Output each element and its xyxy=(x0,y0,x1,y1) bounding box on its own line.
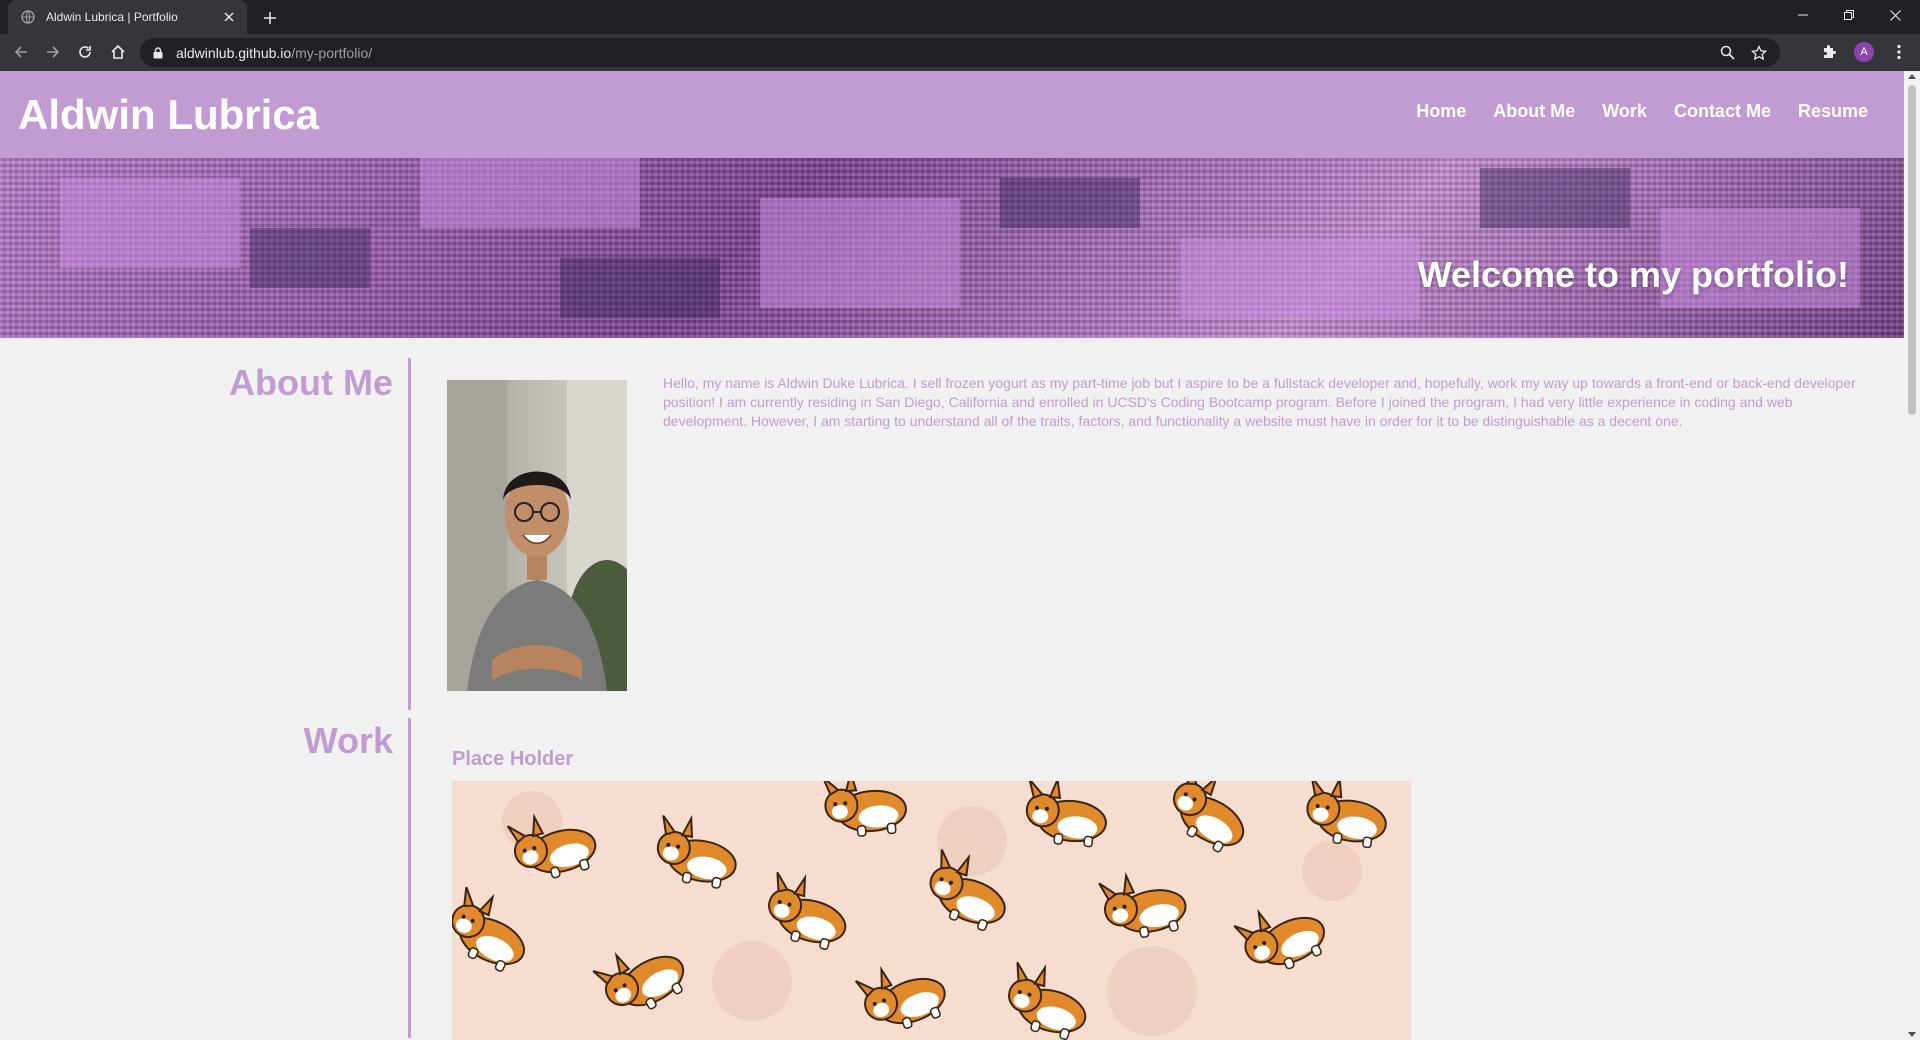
nav-work-link[interactable]: Work xyxy=(1602,101,1647,122)
hero-decor xyxy=(1000,178,1140,228)
hero-decor xyxy=(250,228,370,288)
work-section: Work Place Holder xyxy=(0,710,1904,1040)
new-tab-button[interactable] xyxy=(258,6,282,30)
bookmark-star-icon[interactable] xyxy=(1748,42,1770,64)
minimize-icon[interactable] xyxy=(1780,0,1826,30)
url-path: /my-portfolio/ xyxy=(291,44,373,61)
address-bar[interactable]: aldwinlub.github.io/my-portfolio/ xyxy=(140,38,1780,67)
zoom-icon[interactable] xyxy=(1716,42,1738,64)
work-heading: Work xyxy=(303,720,393,761)
tab-title: Aldwin Lubrica | Portfolio xyxy=(46,10,178,24)
back-icon[interactable] xyxy=(9,40,33,64)
hero-title: Welcome to my portfolio! xyxy=(1417,254,1849,295)
work-item-image[interactable] xyxy=(452,781,1411,1040)
hero-decor xyxy=(760,198,960,308)
nav-contact-link[interactable]: Contact Me xyxy=(1674,101,1771,122)
page-scrollbar[interactable] xyxy=(1904,71,1920,1040)
url-host: aldwinlub.github.io xyxy=(176,44,292,61)
hero-decor xyxy=(1180,238,1420,318)
about-section: About Me Hello, my name is Aldwin Duke L… xyxy=(0,338,1904,710)
about-text: Hello, my name is Aldwin Duke Lubrica. I… xyxy=(663,375,1856,429)
site-nav: Home About Me Work Contact Me Resume xyxy=(1416,101,1868,122)
scroll-down-icon[interactable] xyxy=(1908,1032,1916,1037)
hero-decor xyxy=(420,158,640,228)
lock-icon[interactable] xyxy=(152,46,164,60)
section-divider xyxy=(408,358,411,710)
window-close-icon[interactable] xyxy=(1872,0,1918,30)
forward-icon[interactable] xyxy=(41,40,65,64)
work-item-title: Place Holder xyxy=(452,748,574,770)
reload-icon[interactable] xyxy=(73,40,97,64)
url-text: aldwinlub.github.io/my-portfolio/ xyxy=(176,45,1706,61)
site-header: Aldwin Lubrica Home About Me Work Contac… xyxy=(0,71,1904,158)
nav-about-link[interactable]: About Me xyxy=(1493,101,1575,122)
more-menu-icon[interactable] xyxy=(1888,41,1910,63)
scroll-thumb[interactable] xyxy=(1908,85,1916,415)
scroll-up-icon[interactable] xyxy=(1908,74,1916,79)
browser-tab-bar: Aldwin Lubrica | Portfolio xyxy=(0,0,1920,34)
section-divider xyxy=(408,718,411,1038)
about-heading: About Me xyxy=(229,362,393,403)
toolbar-actions: A xyxy=(1818,40,1910,64)
hero-banner: Welcome to my portfolio! xyxy=(0,158,1904,338)
hero-decor xyxy=(560,258,720,318)
extensions-icon[interactable] xyxy=(1818,41,1840,63)
browser-toolbar: aldwinlub.github.io/my-portfolio/ A xyxy=(0,34,1920,71)
nav-resume-link[interactable]: Resume xyxy=(1798,101,1868,122)
nav-home-link[interactable]: Home xyxy=(1416,101,1466,122)
globe-icon xyxy=(20,9,36,25)
home-icon[interactable] xyxy=(106,40,130,64)
profile-avatar[interactable]: A xyxy=(1854,42,1874,62)
restore-icon[interactable] xyxy=(1826,0,1872,30)
hero-decor xyxy=(60,178,240,268)
profile-photo xyxy=(447,380,627,691)
browser-tab[interactable]: Aldwin Lubrica | Portfolio xyxy=(8,0,247,34)
site-name[interactable]: Aldwin Lubrica xyxy=(18,91,319,139)
close-icon[interactable] xyxy=(221,9,237,25)
page-viewport: Aldwin Lubrica Home About Me Work Contac… xyxy=(0,71,1904,1040)
hero-decor xyxy=(1480,168,1630,228)
